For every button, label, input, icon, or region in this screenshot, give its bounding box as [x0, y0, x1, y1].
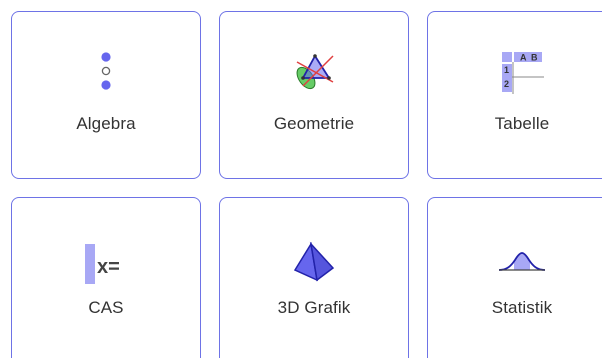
tile-label: Tabelle — [494, 114, 550, 133]
cas-icon: x= — [85, 244, 120, 284]
tile-label: Algebra — [76, 114, 136, 133]
spreadsheet-icon: A B 1 2 — [502, 52, 544, 94]
3d-graphics-icon — [293, 241, 335, 282]
tile-geometrie[interactable]: Geometrie — [219, 11, 409, 179]
statistics-icon — [498, 252, 546, 271]
spreadsheet-col-a: A — [520, 53, 527, 63]
tile-label: CAS — [88, 298, 124, 317]
app-picker: Algebra Geometrie A B 1 2 Tabelle x= CAS… — [0, 0, 602, 358]
spreadsheet-col-b: B — [531, 53, 538, 63]
geometry-icon — [296, 54, 334, 90]
tile-label: Geometrie — [273, 114, 355, 133]
tile-algebra[interactable]: Algebra — [11, 11, 201, 179]
algebra-icon — [101, 52, 111, 90]
cas-symbol: x= — [97, 256, 120, 278]
spreadsheet-row-2: 2 — [504, 79, 509, 89]
tile-tabelle[interactable]: A B 1 2 Tabelle — [427, 11, 602, 179]
spreadsheet-row-1: 1 — [504, 65, 509, 75]
tile-3d-grafik[interactable]: 3D Grafik — [219, 197, 409, 358]
tile-label: Statistik — [491, 298, 553, 317]
app-grid: Algebra Geometrie A B 1 2 Tabelle x= CAS… — [0, 0, 602, 358]
tile-statistik[interactable]: Statistik — [427, 197, 602, 358]
tile-label: 3D Grafik — [277, 298, 351, 317]
tile-cas[interactable]: x= CAS — [11, 197, 201, 358]
